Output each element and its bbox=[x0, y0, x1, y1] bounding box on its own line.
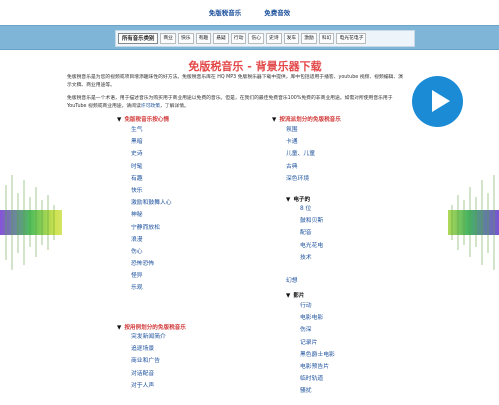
main-content: 免版税音乐 - 背景乐器下载 免版税音乐是为您的视频或项目增添趣味性的好方法。免… bbox=[62, 53, 463, 405]
tab-suspense[interactable]: 悬疑 bbox=[213, 33, 229, 44]
mood-item[interactable]: 快乐 bbox=[131, 185, 172, 197]
intro-paragraph-2-text: 免版税音乐是一个术语，用于描述音乐为购买用于商业用途以免费的音乐。但是，在我们的… bbox=[67, 96, 393, 109]
use-case-item[interactable]: 商业和广告 bbox=[131, 355, 166, 367]
tab-funny[interactable]: 有趣 bbox=[195, 33, 212, 44]
tab-sad[interactable]: 伤心 bbox=[248, 33, 265, 44]
triangle-down-icon: ▼ bbox=[272, 117, 277, 123]
subheading-electronic[interactable]: ▼ 电子的 bbox=[286, 195, 310, 203]
electronic-list: 8 位 鼓和贝斯 配音 电光花电 技术 bbox=[300, 203, 323, 264]
section-heading-by-use-case: ▼ 按用例划分的免版税音乐 bbox=[117, 323, 186, 331]
mood-item[interactable]: 恐怖恐怖 bbox=[131, 258, 172, 270]
tab-scifi[interactable]: 科幻 bbox=[318, 33, 335, 44]
section-title-by-genre: 按流派划分的免版税音乐 bbox=[279, 117, 341, 123]
use-case-item[interactable]: 对话配音 bbox=[131, 368, 166, 380]
tab-business[interactable]: 商业 bbox=[160, 33, 176, 44]
subheading-film[interactable]: ▼ 影片 bbox=[286, 291, 305, 299]
film-list: 行动 电影电影 伤深 记录片 黑色爵士电影 电影预告片 临时轨道 骚扰 bbox=[300, 300, 335, 398]
genre-item[interactable]: 幻想 bbox=[286, 275, 298, 287]
tab-electronic[interactable]: 电光花电子 bbox=[336, 33, 367, 44]
mood-item[interactable]: 伤心 bbox=[131, 246, 172, 258]
tab-happy[interactable]: 快乐 bbox=[177, 33, 194, 44]
genre-item[interactable]: 儿童、儿童 bbox=[286, 148, 315, 160]
use-case-item[interactable]: 突发新闻简介 bbox=[131, 331, 166, 343]
electronic-item[interactable]: 配音 bbox=[300, 227, 323, 239]
nav-link-music[interactable]: 免版税音乐 bbox=[209, 3, 242, 23]
film-item[interactable]: 电影电影 bbox=[300, 312, 335, 324]
genre-item[interactable]: 深色环境 bbox=[286, 173, 315, 185]
mood-item[interactable]: 时髦 bbox=[131, 161, 172, 173]
intro-paragraph-2-end: ，了解详情。 bbox=[160, 103, 189, 109]
section-title-by-mood: 免版税音乐按心情 bbox=[124, 117, 170, 123]
category-tab-bar: 所有音乐类别 商业 快乐 有趣 悬疑 行动 伤心 史诗 发车 激励 科幻 电光花… bbox=[115, 30, 415, 47]
section-heading-by-genre: ▼ 按流派划分的免版税音乐 bbox=[272, 115, 341, 123]
mood-item[interactable]: 生气 bbox=[131, 124, 172, 136]
triangle-down-icon: ▼ bbox=[117, 325, 122, 331]
electronic-item[interactable]: 电光花电 bbox=[300, 240, 323, 252]
use-case-list: 突发新闻简介 追逐场景 商业和广告 对话配音 对于人声 bbox=[131, 331, 166, 392]
mood-list: 生气 黑暗 史诗 时髦 有趣 快乐 激励和鼓舞人心 神秘 宁静而放松 浪漫 伤心… bbox=[131, 124, 172, 295]
film-item[interactable]: 伤深 bbox=[300, 324, 335, 336]
tab-motivational[interactable]: 激励 bbox=[301, 33, 317, 44]
film-item[interactable]: 骚扰 bbox=[300, 385, 335, 397]
subheading-film-label: 影片 bbox=[293, 293, 305, 299]
electronic-item[interactable]: 技术 bbox=[300, 252, 323, 264]
tab-epic[interactable]: 史诗 bbox=[266, 33, 282, 44]
play-button-icon[interactable] bbox=[412, 76, 463, 127]
tab-all-categories[interactable]: 所有音乐类别 bbox=[118, 33, 159, 44]
genre-list-continued: 幻想 bbox=[286, 275, 298, 287]
tab-action[interactable]: 行动 bbox=[230, 33, 247, 44]
page-title: 免版税音乐 - 背景乐器下载 bbox=[188, 60, 322, 73]
triangle-down-icon: ▼ bbox=[286, 293, 291, 299]
nav-link-sound-effects[interactable]: 免费音效 bbox=[264, 3, 290, 23]
tab-launch[interactable]: 发车 bbox=[283, 33, 300, 44]
triangle-down-icon: ▼ bbox=[286, 197, 291, 203]
use-case-item[interactable]: 追逐场景 bbox=[131, 343, 166, 355]
intro-paragraph-1: 免版税音乐是为您的视频或项目增添趣味性的好方法。免版税音乐库在 HQ MP3 免… bbox=[67, 75, 403, 88]
genre-list: 氛围 卡通 儿童、儿童 古典 深色环境 bbox=[286, 124, 315, 185]
mood-item[interactable]: 有趣 bbox=[131, 173, 172, 185]
use-case-item[interactable]: 对于人声 bbox=[131, 380, 166, 392]
electronic-item[interactable]: 鼓和贝斯 bbox=[300, 215, 323, 227]
mood-item[interactable]: 乐观 bbox=[131, 282, 172, 294]
top-navigation: 免版税音乐 免费音效 bbox=[0, 0, 499, 20]
film-item[interactable]: 黑色爵士电影 bbox=[300, 349, 335, 361]
mood-item[interactable]: 激励和鼓舞人心 bbox=[131, 197, 172, 209]
electronic-item[interactable]: 8 位 bbox=[300, 203, 323, 215]
mood-item[interactable]: 神秘 bbox=[131, 209, 172, 221]
genre-item[interactable]: 卡通 bbox=[286, 136, 315, 148]
mood-item[interactable]: 黑暗 bbox=[131, 136, 172, 148]
section-heading-by-mood: ▼ 免版税音乐按心情 bbox=[117, 115, 169, 123]
film-item[interactable]: 记录片 bbox=[300, 337, 335, 349]
mood-item[interactable]: 史诗 bbox=[131, 148, 172, 160]
mood-item[interactable]: 浪漫 bbox=[131, 234, 172, 246]
film-item[interactable]: 行动 bbox=[300, 300, 335, 312]
category-band: 所有音乐类别 商业 快乐 有趣 悬疑 行动 伤心 史诗 发车 激励 科幻 电光花… bbox=[0, 25, 499, 50]
film-item[interactable]: 临时轨道 bbox=[300, 373, 335, 385]
mood-item[interactable]: 宁静而放松 bbox=[131, 222, 172, 234]
triangle-down-icon: ▼ bbox=[117, 117, 122, 123]
genre-item[interactable]: 氛围 bbox=[286, 124, 315, 136]
license-policy-link[interactable]: 许可政策 bbox=[141, 104, 160, 109]
film-item[interactable]: 电影预告片 bbox=[300, 361, 335, 373]
genre-item[interactable]: 古典 bbox=[286, 161, 315, 173]
mood-item[interactable]: 怪异 bbox=[131, 270, 172, 282]
intro-paragraph-2: 免版税音乐是一个术语，用于描述音乐为购买用于商业用途以免费的音乐。但是，在我们的… bbox=[67, 95, 407, 110]
